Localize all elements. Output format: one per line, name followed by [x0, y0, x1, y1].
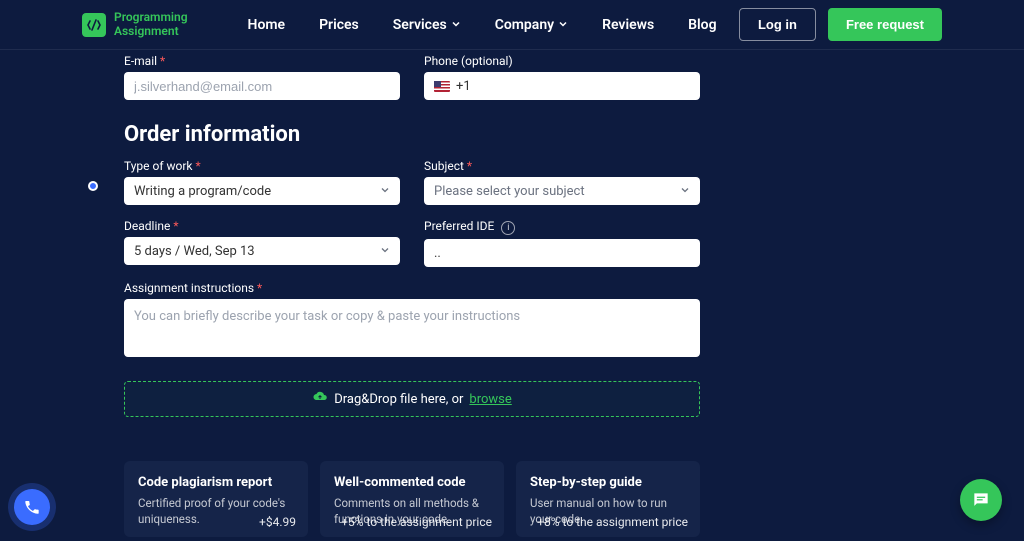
chevron-down-icon — [680, 184, 690, 199]
ide-value: .. — [434, 246, 441, 261]
card-title: Code plagiarism report — [138, 475, 294, 490]
dropzone-text: Drag&Drop file here, or — [334, 392, 463, 407]
card-price: +$4.99 — [259, 515, 296, 529]
chat-icon — [971, 490, 991, 510]
browse-link[interactable]: browse — [469, 392, 511, 407]
ide-input[interactable]: .. — [424, 239, 700, 267]
chevron-down-icon — [380, 184, 390, 199]
type-of-work-select[interactable]: Writing a program/code — [124, 177, 400, 205]
nav-services-label: Services — [393, 17, 447, 33]
logo[interactable]: ProgrammingAssignment — [82, 11, 188, 37]
nav-home[interactable]: Home — [248, 17, 286, 33]
deadline-select[interactable]: 5 days / Wed, Sep 13 — [124, 237, 400, 265]
call-button[interactable] — [14, 489, 50, 525]
addon-card-guide[interactable]: Step-by-step guide User manual on how to… — [516, 461, 700, 537]
chat-button[interactable] — [960, 479, 1002, 521]
chevron-down-icon — [451, 17, 461, 33]
cloud-upload-icon — [312, 391, 328, 407]
site-header: ProgrammingAssignment Home Prices Servic… — [0, 0, 1024, 50]
nav-company-label: Company — [495, 17, 554, 33]
ide-label: Preferred IDE i — [424, 219, 700, 235]
type-of-work-label: Type of work * — [124, 159, 400, 173]
login-button[interactable]: Log in — [739, 8, 816, 41]
file-dropzone[interactable]: Drag&Drop file here, or browse — [124, 381, 700, 417]
section-title-order-info: Order information — [124, 122, 700, 147]
card-title: Step-by-step guide — [530, 475, 686, 490]
chevron-down-icon — [380, 244, 390, 259]
addon-card-plagiarism[interactable]: Code plagiarism report Certified proof o… — [124, 461, 308, 537]
free-request-button[interactable]: Free request — [828, 8, 942, 41]
nav-company[interactable]: Company — [495, 17, 568, 33]
card-price: +5% to the assignment price — [341, 515, 492, 529]
addon-card-commented[interactable]: Well-commented code Comments on all meth… — [320, 461, 504, 537]
logo-icon — [82, 13, 106, 37]
card-title: Well-commented code — [334, 475, 490, 490]
subject-placeholder: Please select your subject — [434, 184, 585, 199]
email-label: E-mail * — [124, 54, 400, 68]
logo-text: ProgrammingAssignment — [114, 11, 188, 37]
subject-label: Subject * — [424, 159, 700, 173]
deadline-label: Deadline * — [124, 219, 400, 233]
order-form: E-mail * Phone (optional) +1 Order infor… — [124, 54, 700, 537]
main-nav: Home Prices Services Company Reviews Blo… — [248, 17, 717, 33]
deadline-value: 5 days / Wed, Sep 13 — [134, 244, 255, 259]
info-icon[interactable]: i — [501, 221, 515, 235]
instructions-label: Assignment instructions * — [124, 281, 700, 295]
card-price: +8% to the assignment price — [537, 515, 688, 529]
nav-blog[interactable]: Blog — [688, 17, 716, 33]
phone-icon — [23, 498, 41, 516]
chevron-down-icon — [558, 17, 568, 33]
timeline-dot — [88, 181, 98, 191]
nav-reviews[interactable]: Reviews — [602, 17, 654, 33]
type-of-work-value: Writing a program/code — [134, 184, 271, 199]
phone-label: Phone (optional) — [424, 54, 700, 68]
nav-prices[interactable]: Prices — [319, 17, 359, 33]
phone-value: +1 — [456, 79, 471, 94]
nav-services[interactable]: Services — [393, 17, 461, 33]
phone-input[interactable]: +1 — [424, 72, 700, 100]
addon-cards: Code plagiarism report Certified proof o… — [124, 461, 700, 537]
email-input[interactable] — [124, 72, 400, 100]
us-flag-icon — [434, 81, 450, 92]
instructions-textarea[interactable] — [124, 299, 700, 357]
subject-select[interactable]: Please select your subject — [424, 177, 700, 205]
